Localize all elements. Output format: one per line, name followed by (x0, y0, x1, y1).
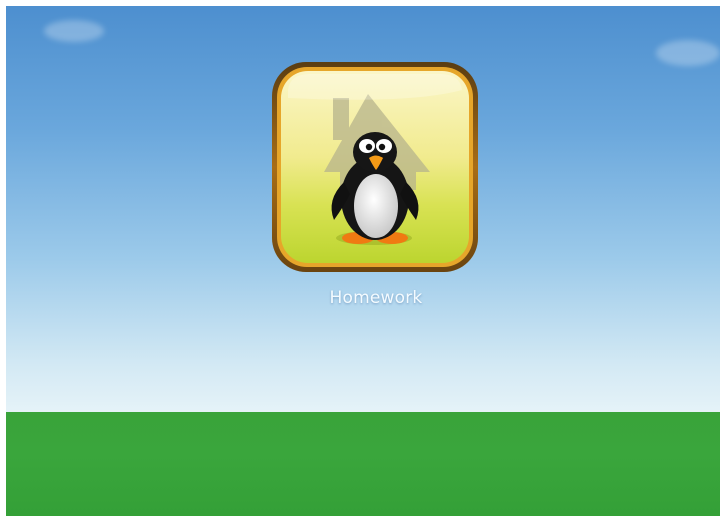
grass-ground (6, 412, 720, 516)
home-screen: Homework (6, 6, 720, 516)
cloud-left (44, 20, 104, 42)
homework-app-icon[interactable] (270, 60, 480, 274)
penguin-house-icon (272, 62, 478, 272)
homework-app-label[interactable]: Homework (256, 288, 496, 308)
cloud-right (656, 40, 720, 66)
